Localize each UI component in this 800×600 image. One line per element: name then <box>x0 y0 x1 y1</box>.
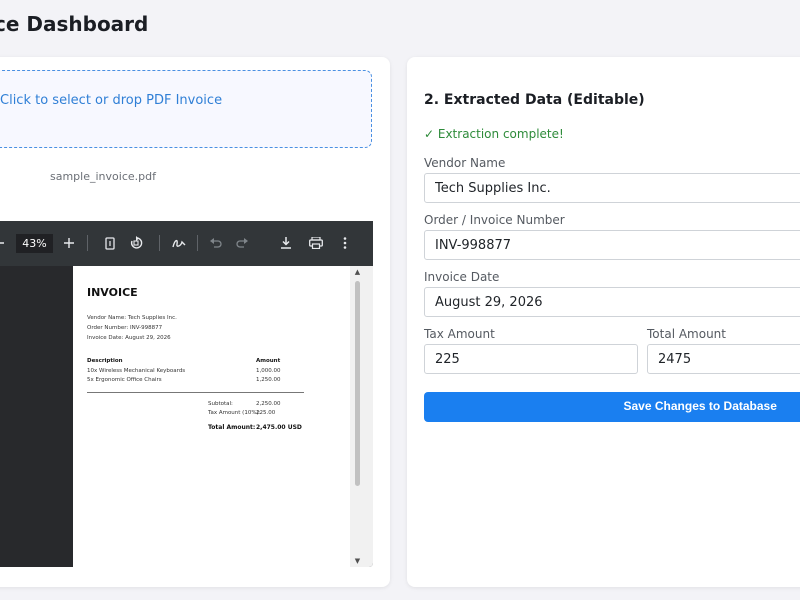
zoom-in-icon[interactable] <box>64 234 74 252</box>
invoice-date-input[interactable] <box>424 287 800 317</box>
invoice-col-amount: Amount <box>256 358 281 364</box>
thumbnail-sidebar <box>0 266 73 567</box>
pdf-viewer: 43% INVOICE Vendor Name: Tech Supplies I… <box>0 221 373 567</box>
invoice-total-label: Total Amount: <box>208 424 256 431</box>
invoice-number-label: Order / Invoice Number <box>424 213 565 227</box>
pdf-page: INVOICE Vendor Name: Tech Supplies Inc. … <box>73 266 350 567</box>
invoice-date-label: Invoice Date <box>424 270 500 284</box>
save-to-database-button[interactable]: Save Changes to Database <box>424 392 800 422</box>
toolbar-divider <box>87 235 88 251</box>
invoice-item-amount: 1,000.00 <box>256 368 281 374</box>
invoice-order-line: Order Number: INV-998877 <box>87 325 163 331</box>
fit-page-icon[interactable] <box>104 234 116 252</box>
invoice-vendor-line: Vendor Name: Tech Supplies Inc. <box>87 315 177 321</box>
toolbar-divider <box>159 235 160 251</box>
print-icon[interactable] <box>309 234 323 252</box>
invoice-col-description: Description <box>87 358 123 364</box>
undo-icon[interactable] <box>210 234 222 252</box>
zoom-out-icon[interactable] <box>0 234 4 252</box>
invoice-date-line: Invoice Date: August 29, 2026 <box>87 335 171 341</box>
vendor-name-label: Vendor Name <box>424 156 506 170</box>
tax-amount-label: Tax Amount <box>424 327 495 341</box>
tax-amount-input[interactable] <box>424 344 638 374</box>
pdf-scrollbar[interactable] <box>350 266 373 567</box>
invoice-tax-value: 225.00 <box>256 410 276 416</box>
total-amount-input[interactable] <box>647 344 800 374</box>
section-title: 2. Extracted Data (Editable) <box>424 92 645 108</box>
pdf-dropzone[interactable] <box>0 70 372 148</box>
scroll-up-icon[interactable]: ▲ <box>353 268 362 276</box>
rotate-icon[interactable] <box>129 234 143 252</box>
invoice-title: INVOICE <box>87 286 138 299</box>
invoice-subtotal-value: 2,250.00 <box>256 401 281 407</box>
invoice-tax-label: Tax Amount (10%): <box>208 410 261 416</box>
annotate-icon[interactable] <box>172 234 186 252</box>
invoice-item-amount: 1,250.00 <box>256 377 281 383</box>
extraction-status: ✓ Extraction complete! <box>424 127 564 141</box>
pdf-scrollbar-thumb[interactable] <box>355 281 360 486</box>
vendor-name-input[interactable] <box>424 173 800 203</box>
page-title: ce Dashboard <box>0 12 149 36</box>
invoice-subtotal-label: Subtotal: <box>208 401 233 407</box>
invoice-item-description: 10x Wireless Mechanical Keyboards <box>87 368 186 374</box>
invoice-number-input[interactable] <box>424 230 800 260</box>
save-button-label: Save Changes to Database <box>623 399 777 413</box>
dropzone-prompt[interactable]: Click to select or drop PDF Invoice <box>0 93 222 108</box>
invoice-item-description: 5x Ergonomic Office Chairs <box>87 377 162 383</box>
selected-file-name: sample_invoice.pdf <box>50 170 156 183</box>
more-icon[interactable] <box>342 234 348 252</box>
invoice-divider <box>87 392 304 393</box>
total-amount-label: Total Amount <box>647 327 726 341</box>
zoom-level-input[interactable]: 43% <box>16 234 53 253</box>
pdf-toolbar: 43% <box>0 221 373 266</box>
redo-icon[interactable] <box>236 234 248 252</box>
invoice-total-value: 2,475.00 USD <box>256 424 302 431</box>
download-icon[interactable] <box>280 234 292 252</box>
scroll-down-icon[interactable]: ▼ <box>353 557 362 565</box>
toolbar-divider <box>197 235 198 251</box>
